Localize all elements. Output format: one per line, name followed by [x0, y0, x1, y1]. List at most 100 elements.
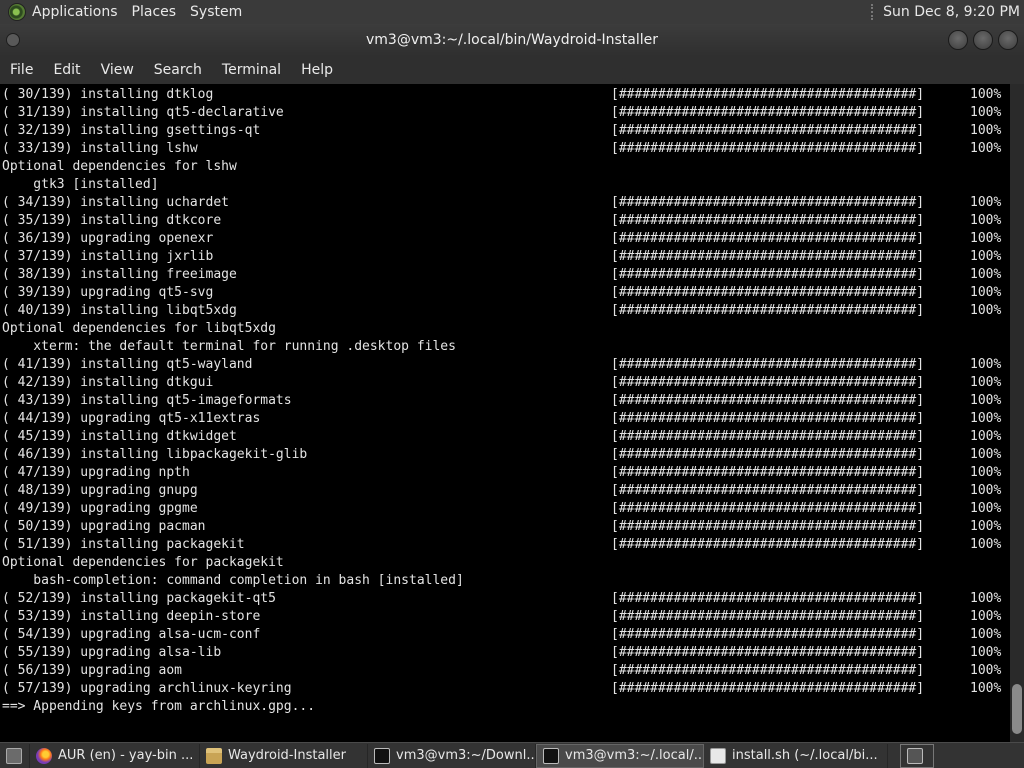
terminal-line: ( 35/139) installing dtkcore — [2, 213, 222, 228]
terminal-line: gtk3 [installed] — [2, 177, 159, 192]
progress-bar-text: [######################################] — [611, 627, 925, 642]
progress-bar-text: [######################################] — [611, 303, 925, 318]
taskbar-item-label: AUR (en) - yay-bin ... — [58, 748, 194, 763]
terminal-line: ==> Appending keys from archlinux.gpg... — [2, 699, 316, 714]
progress-bar-text: [######################################] — [611, 141, 925, 156]
folder-icon — [206, 747, 222, 764]
terminal-icon — [543, 747, 559, 764]
terminal-line: ( 47/139) upgrading npth — [2, 465, 190, 480]
terminal-line: ( 31/139) installing qt5-declarative — [2, 105, 284, 120]
terminal-line: ( 36/139) upgrading openexr — [2, 231, 214, 246]
maximize-button[interactable] — [973, 30, 993, 50]
terminal-line: ( 41/139) installing qt5-wayland — [2, 357, 253, 372]
terminal-line: ( 51/139) installing packagekit — [2, 537, 245, 552]
taskbar-item-label: vm3@vm3:~/Downl... — [396, 748, 536, 763]
menu-search[interactable]: Search — [154, 62, 202, 78]
progress-bar-text: [######################################] — [611, 249, 925, 264]
applications-menu[interactable]: Applications — [32, 4, 126, 20]
terminal-line: ( 34/139) installing uchardet — [2, 195, 229, 210]
terminal-line: ( 39/139) upgrading qt5-svg — [2, 285, 214, 300]
terminal-line: ( 44/139) upgrading qt5-x11extras — [2, 411, 261, 426]
progress-bar-text: [######################################] — [611, 123, 925, 138]
taskbar-item-terminal-active[interactable]: vm3@vm3:~/.local/... — [536, 743, 704, 768]
progress-bar-text: [######################################] — [611, 231, 925, 246]
show-desktop-button[interactable] — [0, 743, 30, 768]
terminal-line: ( 33/139) installing lshw — [2, 141, 198, 156]
progress-bar-text: [######################################] — [611, 447, 925, 462]
panel-separator — [871, 4, 875, 20]
terminal-icon — [374, 747, 390, 764]
terminal-line: ( 30/139) installing dtklog — [2, 87, 214, 102]
progress-bar-text: [######################################] — [611, 213, 925, 228]
progress-bar-text: [######################################] — [611, 609, 925, 624]
progress-percent: 100% — [970, 105, 1002, 120]
terminal-line: ( 32/139) installing gsettings-qt — [2, 123, 261, 138]
scrollbar-thumb[interactable] — [1012, 684, 1022, 734]
progress-bar-text: [######################################] — [611, 375, 925, 390]
progress-bar-text: [######################################] — [611, 501, 925, 516]
menu-view[interactable]: View — [101, 62, 134, 78]
terminal-line: ( 42/139) installing dtkgui — [2, 375, 214, 390]
progress-percent: 100% — [970, 663, 1002, 678]
terminal-line: ( 40/139) installing libqt5xdg — [2, 303, 237, 318]
menu-terminal[interactable]: Terminal — [222, 62, 281, 78]
terminal-line: ( 57/139) upgrading archlinux-keyring — [2, 681, 292, 696]
taskbar-item-firefox[interactable]: AUR (en) - yay-bin ... — [30, 743, 200, 768]
progress-bar-text: [######################################] — [611, 87, 925, 102]
taskbar-item-terminal-downloads[interactable]: vm3@vm3:~/Downl... — [368, 743, 536, 768]
progress-bar-text: [######################################] — [611, 411, 925, 426]
menu-file[interactable]: File — [10, 62, 33, 78]
progress-percent: 100% — [970, 393, 1002, 408]
menu-edit[interactable]: Edit — [53, 62, 80, 78]
terminal-line: ( 48/139) upgrading gnupg — [2, 483, 198, 498]
taskbar-item-text-editor[interactable]: install.sh (~/.local/bi... — [704, 743, 888, 768]
terminal-line: Optional dependencies for packagekit — [2, 555, 284, 570]
progress-percent: 100% — [970, 195, 1002, 210]
window-titlebar[interactable]: vm3@vm3:~/.local/bin/Waydroid-Installer — [0, 24, 1024, 56]
progress-percent: 100% — [970, 429, 1002, 444]
terminal-line: ( 37/139) installing jxrlib — [2, 249, 214, 264]
taskbar-item-label: vm3@vm3:~/.local/... — [565, 748, 704, 763]
terminal-line: ( 38/139) installing freeimage — [2, 267, 237, 282]
terminal-line: ( 45/139) installing dtkwidget — [2, 429, 237, 444]
menu-help[interactable]: Help — [301, 62, 333, 78]
progress-percent: 100% — [970, 141, 1002, 156]
window-menu-icon[interactable] — [6, 33, 20, 47]
progress-bar-text: [######################################] — [611, 393, 925, 408]
progress-percent: 100% — [970, 681, 1002, 696]
progress-percent: 100% — [970, 123, 1002, 138]
progress-bar-text: [######################################] — [611, 105, 925, 120]
progress-percent: 100% — [970, 627, 1002, 642]
workspace-switcher[interactable] — [900, 743, 934, 768]
workspace-icon — [907, 747, 923, 764]
progress-bar-text: [######################################] — [611, 285, 925, 300]
progress-bar-text: [######################################] — [611, 681, 925, 696]
terminal-output[interactable]: ( 30/139) installing dtklog [############… — [0, 84, 1010, 742]
minimize-button[interactable] — [948, 30, 968, 50]
terminal-line: Optional dependencies for lshw — [2, 159, 237, 174]
places-menu[interactable]: Places — [132, 4, 185, 20]
window-title: vm3@vm3:~/.local/bin/Waydroid-Installer — [365, 32, 659, 48]
progress-bar-text: [######################################] — [611, 483, 925, 498]
progress-bar-text: [######################################] — [611, 645, 925, 660]
terminal-line: xterm: the default terminal for running … — [2, 339, 456, 354]
clock[interactable]: Sun Dec 8, 9:20 PM — [883, 4, 1020, 20]
taskbar-item-label: Waydroid-Installer — [228, 748, 346, 763]
progress-percent: 100% — [970, 465, 1002, 480]
taskbar-item-file-manager[interactable]: Waydroid-Installer — [200, 743, 368, 768]
terminal-line: ( 43/139) installing qt5-imageformats — [2, 393, 292, 408]
system-menu[interactable]: System — [190, 4, 250, 20]
progress-percent: 100% — [970, 519, 1002, 534]
progress-percent: 100% — [970, 447, 1002, 462]
close-button[interactable] — [998, 30, 1018, 50]
progress-percent: 100% — [970, 609, 1002, 624]
terminal-scrollbar[interactable] — [1010, 84, 1024, 742]
terminal-line: ( 55/139) upgrading alsa-lib — [2, 645, 222, 660]
terminal-line: ( 54/139) upgrading alsa-ucm-conf — [2, 627, 261, 642]
progress-percent: 100% — [970, 231, 1002, 246]
terminal-line: ( 56/139) upgrading aom — [2, 663, 183, 678]
terminal-line: bash-completion: command completion in b… — [2, 573, 464, 588]
progress-bar-text: [######################################] — [611, 591, 925, 606]
text-editor-icon — [710, 747, 726, 764]
distro-logo-icon[interactable] — [8, 3, 26, 21]
